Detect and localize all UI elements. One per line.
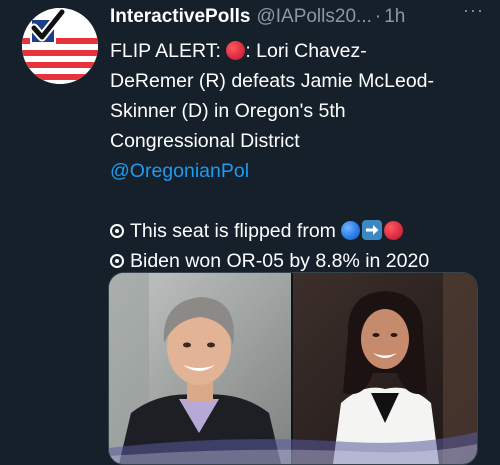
- media-attachment[interactable]: [108, 272, 478, 465]
- bullet-line-1: This seat is flipped from: [110, 216, 490, 246]
- tweet-line-1-rest: : Lori Chavez-: [245, 40, 367, 62]
- red-circle-icon: [384, 221, 404, 240]
- flip-alert-label: FLIP ALERT:: [110, 40, 227, 62]
- avatar[interactable]: [22, 8, 98, 84]
- tweet-text: FLIP ALERT: : Lori Chavez- DeRemer (R) d…: [110, 36, 490, 276]
- red-circle-icon: [226, 41, 246, 60]
- ballot-flag-avatar-icon: [22, 8, 98, 84]
- bullet-1-text: This seat is flipped from: [130, 220, 342, 242]
- tweet[interactable]: InteractivePolls @IAPolls20... · 1h ··· …: [0, 0, 500, 465]
- tweet-header: InteractivePolls @IAPolls20... · 1h: [110, 4, 490, 30]
- blue-circle-icon: [341, 221, 361, 240]
- more-options-icon[interactable]: ···: [463, 0, 484, 21]
- bullet-2-text: Biden won OR-05 by 8.8% in 2020: [130, 250, 430, 272]
- tweet-line-2: DeRemer (R) defeats Jamie McLeod-: [110, 70, 435, 92]
- tweet-line-3: Skinner (D) in Oregon's 5th: [110, 100, 346, 122]
- tweet-line-1: FLIP ALERT: : Lori Chavez-: [110, 36, 490, 66]
- radio-bullet-icon: [110, 254, 124, 268]
- handle[interactable]: @IAPolls20...: [256, 6, 371, 28]
- separator-dot: ·: [374, 6, 382, 27]
- display-name[interactable]: InteractivePolls: [110, 6, 250, 28]
- right-arrow-icon: [362, 220, 383, 240]
- lower-third-graphic: [109, 432, 477, 464]
- radio-bullet-icon: [110, 224, 124, 238]
- tweet-line-4: Congressional District: [110, 130, 300, 152]
- mention-link[interactable]: @OregonianPol: [110, 156, 490, 186]
- timestamp[interactable]: 1h: [384, 6, 405, 28]
